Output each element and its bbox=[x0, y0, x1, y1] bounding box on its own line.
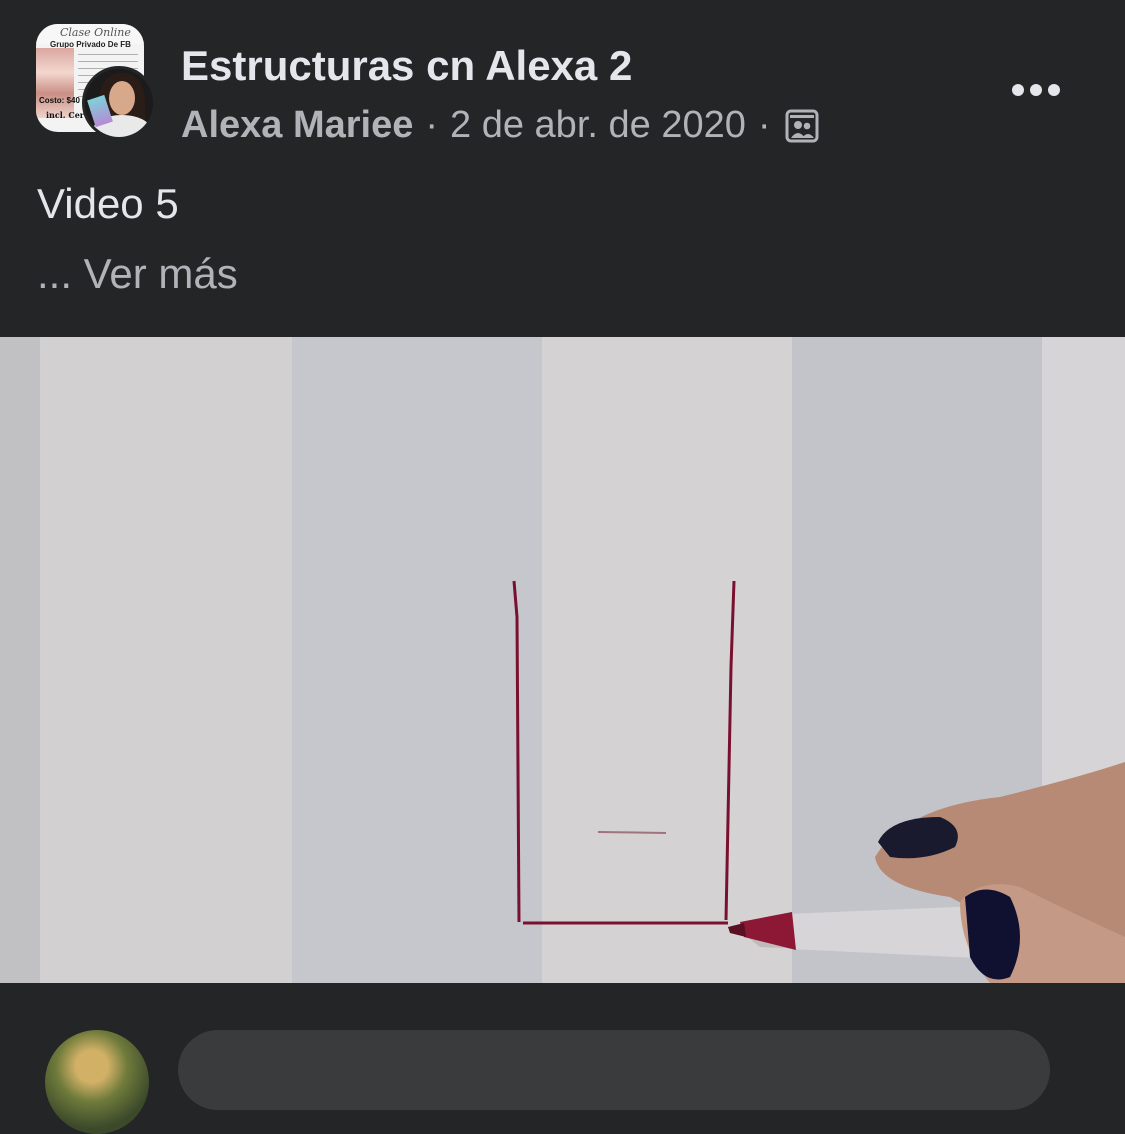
video-player[interactable] bbox=[0, 337, 1125, 983]
flyer-cost: Costo: $40 bbox=[39, 96, 80, 105]
nails-photo bbox=[36, 48, 74, 118]
members-group-icon bbox=[785, 108, 819, 144]
author-avatar[interactable] bbox=[82, 66, 156, 140]
more-options-button[interactable] bbox=[1004, 72, 1068, 108]
commenter-avatar[interactable] bbox=[45, 1030, 149, 1134]
post-meta: Alexa Mariee · 2 de abr. de 2020 · bbox=[181, 104, 819, 147]
flyer-title: Clase Online bbox=[60, 26, 131, 39]
meta-separator: · bbox=[757, 104, 771, 146]
author-name-link[interactable]: Alexa Mariee bbox=[181, 104, 413, 147]
group-name-link[interactable]: Estructuras cn Alexa 2 bbox=[181, 42, 632, 90]
see-more-link[interactable]: ... Ver más bbox=[37, 250, 238, 298]
post-date[interactable]: 2 de abr. de 2020 bbox=[450, 104, 746, 147]
video-frame bbox=[0, 337, 1125, 983]
post-text: Video 5 bbox=[37, 180, 179, 227]
more-options-icon bbox=[1012, 84, 1024, 96]
meta-separator: · bbox=[425, 104, 439, 146]
comment-input[interactable] bbox=[178, 1030, 1050, 1110]
post-header: Clase Online Grupo Privado De FB Costo: … bbox=[0, 0, 1125, 337]
